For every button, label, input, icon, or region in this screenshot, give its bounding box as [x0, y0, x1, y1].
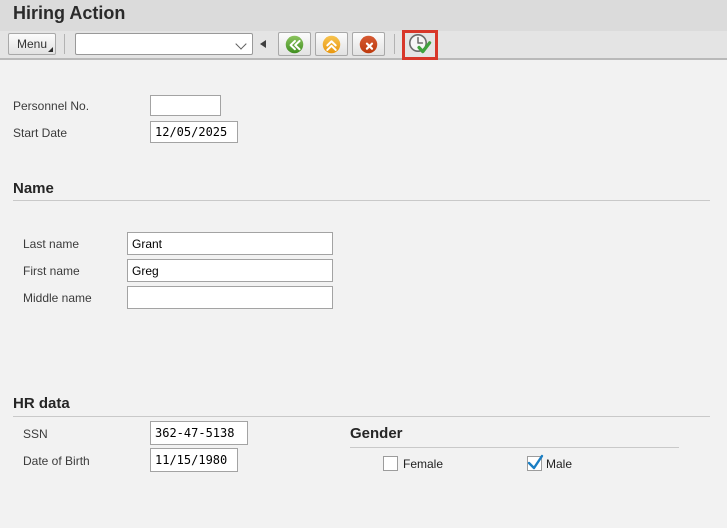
double-chevron-left-green-icon [285, 35, 304, 53]
ssn-label: SSN [23, 427, 48, 441]
last-name-input[interactable] [127, 232, 333, 255]
female-checkbox-label: Female [403, 457, 444, 471]
titlebar: Hiring Action [0, 0, 727, 31]
first-name-input[interactable] [127, 259, 333, 282]
back-button[interactable] [278, 32, 311, 56]
menu-caret-icon [48, 47, 53, 52]
toolbar: Menu [0, 30, 727, 60]
middle-name-input[interactable] [127, 286, 333, 309]
personnel-no-label: Personnel No. [13, 99, 90, 113]
male-checkbox-label: Male [546, 457, 573, 471]
male-checkbox[interactable] [527, 454, 544, 471]
gender-section-divider [350, 447, 679, 448]
middle-name-label: Middle name [23, 291, 92, 305]
last-name-label: Last name [23, 237, 80, 251]
toolbar-separator [64, 34, 65, 54]
command-combobox[interactable] [75, 33, 253, 55]
personnel-no-input[interactable] [150, 95, 221, 116]
hr-data-section-header: HR data [13, 395, 70, 412]
date-of-birth-input[interactable] [150, 448, 238, 472]
cancel-button[interactable] [352, 32, 385, 56]
execute-button[interactable] [402, 30, 438, 60]
x-red-circle-icon [359, 35, 378, 53]
female-checkbox[interactable] [383, 456, 398, 471]
command-input[interactable] [78, 35, 232, 55]
first-name-label: First name [23, 264, 80, 278]
start-date-label: Start Date [13, 126, 68, 140]
name-section-divider [13, 200, 710, 201]
ssn-input[interactable] [150, 421, 248, 445]
hiring-action-window: Hiring Action Menu Personnel No. Start D… [0, 0, 727, 528]
hr-data-section-divider [13, 416, 710, 417]
toolbar-separator [394, 34, 395, 54]
gender-section-header: Gender [350, 425, 403, 442]
page-title: Hiring Action [13, 3, 126, 23]
start-date-input[interactable] [150, 121, 238, 143]
date-of-birth-label: Date of Birth [23, 454, 90, 468]
name-section-header: Name [13, 180, 54, 197]
collapse-left-triangle-icon[interactable] [260, 40, 266, 48]
exit-button[interactable] [315, 32, 348, 56]
menu-button-label: Menu [16, 37, 48, 51]
chevron-down-icon[interactable] [235, 38, 247, 50]
menu-button[interactable]: Menu [8, 33, 56, 55]
clock-check-icon [409, 34, 432, 54]
double-chevron-up-amber-icon [322, 35, 341, 53]
